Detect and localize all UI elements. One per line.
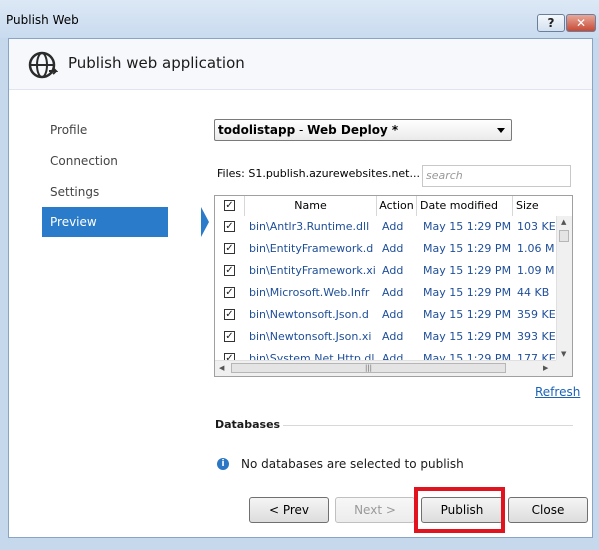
scroll-left-icon[interactable]: ◀ xyxy=(219,364,224,372)
page-title: Publish web application xyxy=(68,54,245,72)
nav-item-profile[interactable]: Profile xyxy=(42,115,182,145)
nav-item-preview[interactable]: Preview xyxy=(42,207,209,237)
file-size: 359 KE xyxy=(517,308,555,321)
publish-web-dialog: Publish Web ? ✕ Publish web application … xyxy=(0,0,599,550)
nav-item-label: Settings xyxy=(50,185,100,199)
close-button[interactable]: Close xyxy=(508,497,588,523)
column-header-date[interactable]: Date modified xyxy=(417,196,513,216)
row-checkbox[interactable]: ✓ xyxy=(224,243,235,254)
prev-button[interactable]: < Prev xyxy=(249,497,329,523)
horizontal-scrollbar[interactable]: ◀ ||| ▶ xyxy=(215,360,556,376)
file-date: May 15 1:29 PM xyxy=(423,286,512,299)
file-date: May 15 1:29 PM xyxy=(423,264,512,277)
table-row[interactable]: ✓ bin\Microsoft.Web.Infr Add May 15 1:29… xyxy=(215,282,555,304)
databases-message: No databases are selected to publish xyxy=(241,457,464,471)
help-button[interactable]: ? xyxy=(537,14,565,32)
column-header-action[interactable]: Action xyxy=(377,196,417,216)
file-action: Add xyxy=(382,264,404,277)
scroll-thumb[interactable] xyxy=(559,230,569,242)
window-title: Publish Web xyxy=(6,13,79,27)
file-size: 103 KE xyxy=(517,220,555,233)
window-close-button[interactable]: ✕ xyxy=(566,14,596,32)
file-name: bin\Antlr3.Runtime.dll xyxy=(249,220,370,233)
file-size: 1.09 M xyxy=(517,264,555,277)
section-divider xyxy=(283,425,573,426)
table-row[interactable]: ✓ bin\Antlr3.Runtime.dll Add May 15 1:29… xyxy=(215,216,555,238)
globe-icon xyxy=(28,51,58,79)
profile-name: todolistapp xyxy=(218,123,296,137)
profile-method: Web Deploy * xyxy=(307,123,399,137)
dialog-header: Publish web application xyxy=(9,39,592,90)
table-row[interactable]: ✓ bin\Newtonsoft.Json.xi Add May 15 1:29… xyxy=(215,326,555,348)
title-bar: Publish Web ? ✕ xyxy=(0,0,599,38)
file-name: bin\EntityFramework.xi xyxy=(249,264,375,277)
active-nav-arrow xyxy=(201,207,209,237)
search-input[interactable]: search xyxy=(422,165,571,187)
file-name: bin\EntityFramework.d xyxy=(249,242,374,255)
select-all-checkbox[interactable]: ✓ xyxy=(224,200,235,211)
profile-separator: - xyxy=(295,123,308,137)
file-action: Add xyxy=(382,308,404,321)
next-button[interactable]: Next > xyxy=(335,497,415,523)
scroll-right-icon[interactable]: ▶ xyxy=(543,364,548,372)
nav-item-label: Profile xyxy=(50,123,88,137)
file-action: Add xyxy=(382,286,404,299)
file-action: Add xyxy=(382,242,404,255)
scroll-thumb[interactable]: ||| xyxy=(231,363,506,373)
profile-dropdown[interactable]: todolistapp - Web Deploy * xyxy=(214,119,512,141)
row-checkbox[interactable]: ✓ xyxy=(224,309,235,320)
table-row[interactable]: ✓ bin\EntityFramework.xi Add May 15 1:29… xyxy=(215,260,555,282)
databases-section-title: Databases xyxy=(215,418,281,431)
publish-highlight-box xyxy=(414,487,505,533)
file-date: May 15 1:29 PM xyxy=(423,220,512,233)
files-grid: ✓ Name Action Date modified Size ✓ bin\A… xyxy=(214,195,573,377)
scroll-up-icon[interactable]: ▲ xyxy=(561,218,566,226)
file-name: bin\Microsoft.Web.Infr xyxy=(249,286,370,299)
row-checkbox[interactable]: ✓ xyxy=(224,265,235,276)
file-size: 393 KE xyxy=(517,330,555,343)
file-date: May 15 1:29 PM xyxy=(423,330,512,343)
file-action: Add xyxy=(382,220,404,233)
grid-header: ✓ Name Action Date modified Size xyxy=(215,196,572,216)
nav-item-label: Connection xyxy=(50,154,118,168)
refresh-link[interactable]: Refresh xyxy=(535,385,580,399)
table-row[interactable]: ✓ bin\EntityFramework.d Add May 15 1:29 … xyxy=(215,238,555,260)
scroll-down-icon[interactable]: ▼ xyxy=(561,350,566,358)
file-action: Add xyxy=(382,330,404,343)
file-date: May 15 1:29 PM xyxy=(423,308,512,321)
scrollbar-corner xyxy=(556,360,572,376)
row-checkbox[interactable]: ✓ xyxy=(224,331,235,342)
dialog-client-area: Publish web application Profile Connecti… xyxy=(8,38,593,538)
column-header-name[interactable]: Name xyxy=(245,196,377,216)
nav-item-label: Preview xyxy=(50,215,97,229)
file-name: bin\Newtonsoft.Json.d xyxy=(249,308,369,321)
row-checkbox[interactable]: ✓ xyxy=(224,221,235,232)
file-name: bin\Newtonsoft.Json.xi xyxy=(249,330,372,343)
chevron-down-icon xyxy=(497,128,505,133)
file-size: 1.06 M xyxy=(517,242,555,255)
row-checkbox[interactable]: ✓ xyxy=(224,287,235,298)
column-header-size[interactable]: Size xyxy=(513,196,557,216)
files-destination-label: Files: S1.publish.azurewebsites.net... xyxy=(217,167,420,180)
vertical-scrollbar[interactable]: ▲ ▼ xyxy=(556,216,572,361)
nav-item-settings[interactable]: Settings xyxy=(42,177,182,207)
table-row[interactable]: ✓ bin\Newtonsoft.Json.d Add May 15 1:29 … xyxy=(215,304,555,326)
file-date: May 15 1:29 PM xyxy=(423,242,512,255)
file-size: 44 KB xyxy=(517,286,550,299)
info-icon: i xyxy=(217,458,229,470)
header-checkbox-cell: ✓ xyxy=(215,196,245,216)
nav-item-connection[interactable]: Connection xyxy=(42,146,182,176)
